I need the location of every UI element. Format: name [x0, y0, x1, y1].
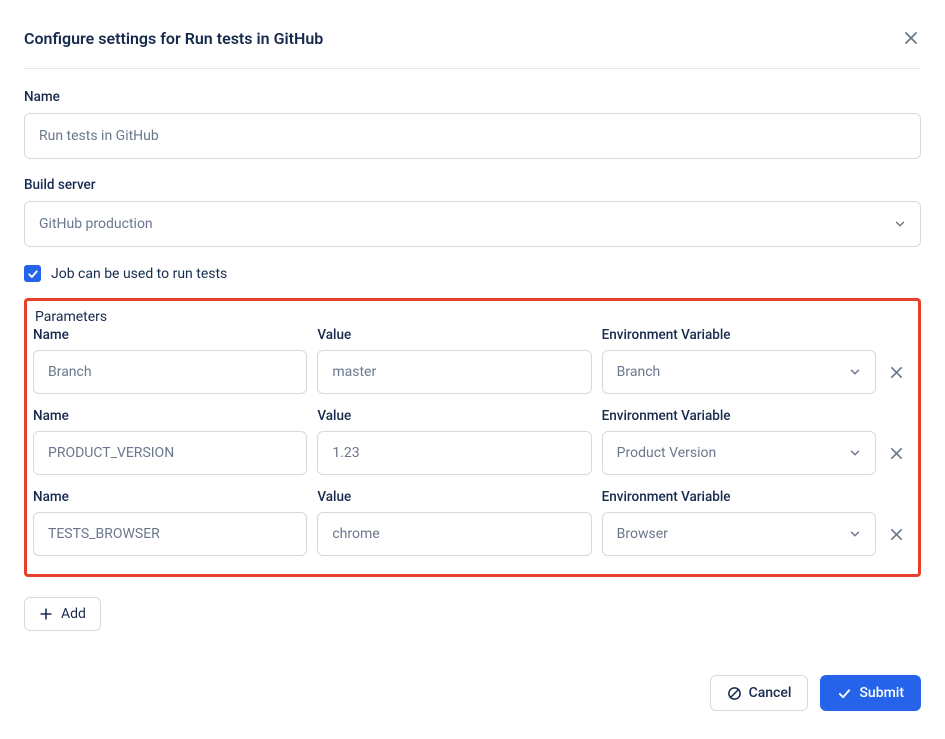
- name-label: Name: [24, 89, 921, 105]
- cancel-icon: [727, 686, 742, 701]
- parameters-title: Parameters: [35, 309, 908, 325]
- run-tests-checkbox-label: Job can be used to run tests: [51, 266, 227, 282]
- parameters-section: Parameters Name Value Environment Variab…: [24, 298, 921, 577]
- param-value-label: Value: [317, 489, 591, 505]
- cancel-button-label: Cancel: [749, 685, 792, 701]
- param-name-input[interactable]: [33, 431, 307, 475]
- param-value-label: Value: [317, 408, 591, 424]
- remove-parameter-button[interactable]: [886, 512, 908, 556]
- param-name-label: Name: [33, 327, 307, 343]
- build-server-label: Build server: [24, 177, 921, 193]
- remove-parameter-button[interactable]: [886, 350, 908, 394]
- param-name-input[interactable]: [33, 512, 307, 556]
- build-server-select[interactable]: [24, 201, 921, 247]
- parameter-row: Name Value Environment Variable: [33, 327, 908, 394]
- name-input[interactable]: [24, 113, 921, 159]
- parameter-row: Name Value Environment Variable: [33, 489, 908, 556]
- parameter-row: Name Value Environment Variable: [33, 408, 908, 475]
- submit-button[interactable]: Submit: [820, 675, 921, 711]
- submit-button-label: Submit: [859, 685, 904, 701]
- dialog-title: Configure settings for Run tests in GitH…: [24, 29, 323, 48]
- param-env-select[interactable]: [602, 431, 876, 475]
- add-parameter-button[interactable]: Add: [24, 597, 101, 631]
- param-value-input[interactable]: [317, 512, 591, 556]
- param-env-select[interactable]: [602, 350, 876, 394]
- param-env-select[interactable]: [602, 512, 876, 556]
- param-name-label: Name: [33, 489, 307, 505]
- param-env-label: Environment Variable: [602, 327, 876, 343]
- run-tests-checkbox[interactable]: [24, 265, 41, 282]
- plus-icon: [39, 607, 53, 621]
- param-name-input[interactable]: [33, 350, 307, 394]
- cancel-button[interactable]: Cancel: [710, 675, 809, 711]
- add-button-label: Add: [61, 606, 86, 622]
- param-value-label: Value: [317, 327, 591, 343]
- check-icon: [837, 686, 852, 701]
- param-value-input[interactable]: [317, 350, 591, 394]
- divider: [24, 68, 921, 69]
- param-name-label: Name: [33, 408, 307, 424]
- remove-parameter-button[interactable]: [886, 431, 908, 475]
- param-env-label: Environment Variable: [602, 408, 876, 424]
- param-value-input[interactable]: [317, 431, 591, 475]
- param-env-label: Environment Variable: [602, 489, 876, 505]
- close-icon[interactable]: [901, 28, 921, 48]
